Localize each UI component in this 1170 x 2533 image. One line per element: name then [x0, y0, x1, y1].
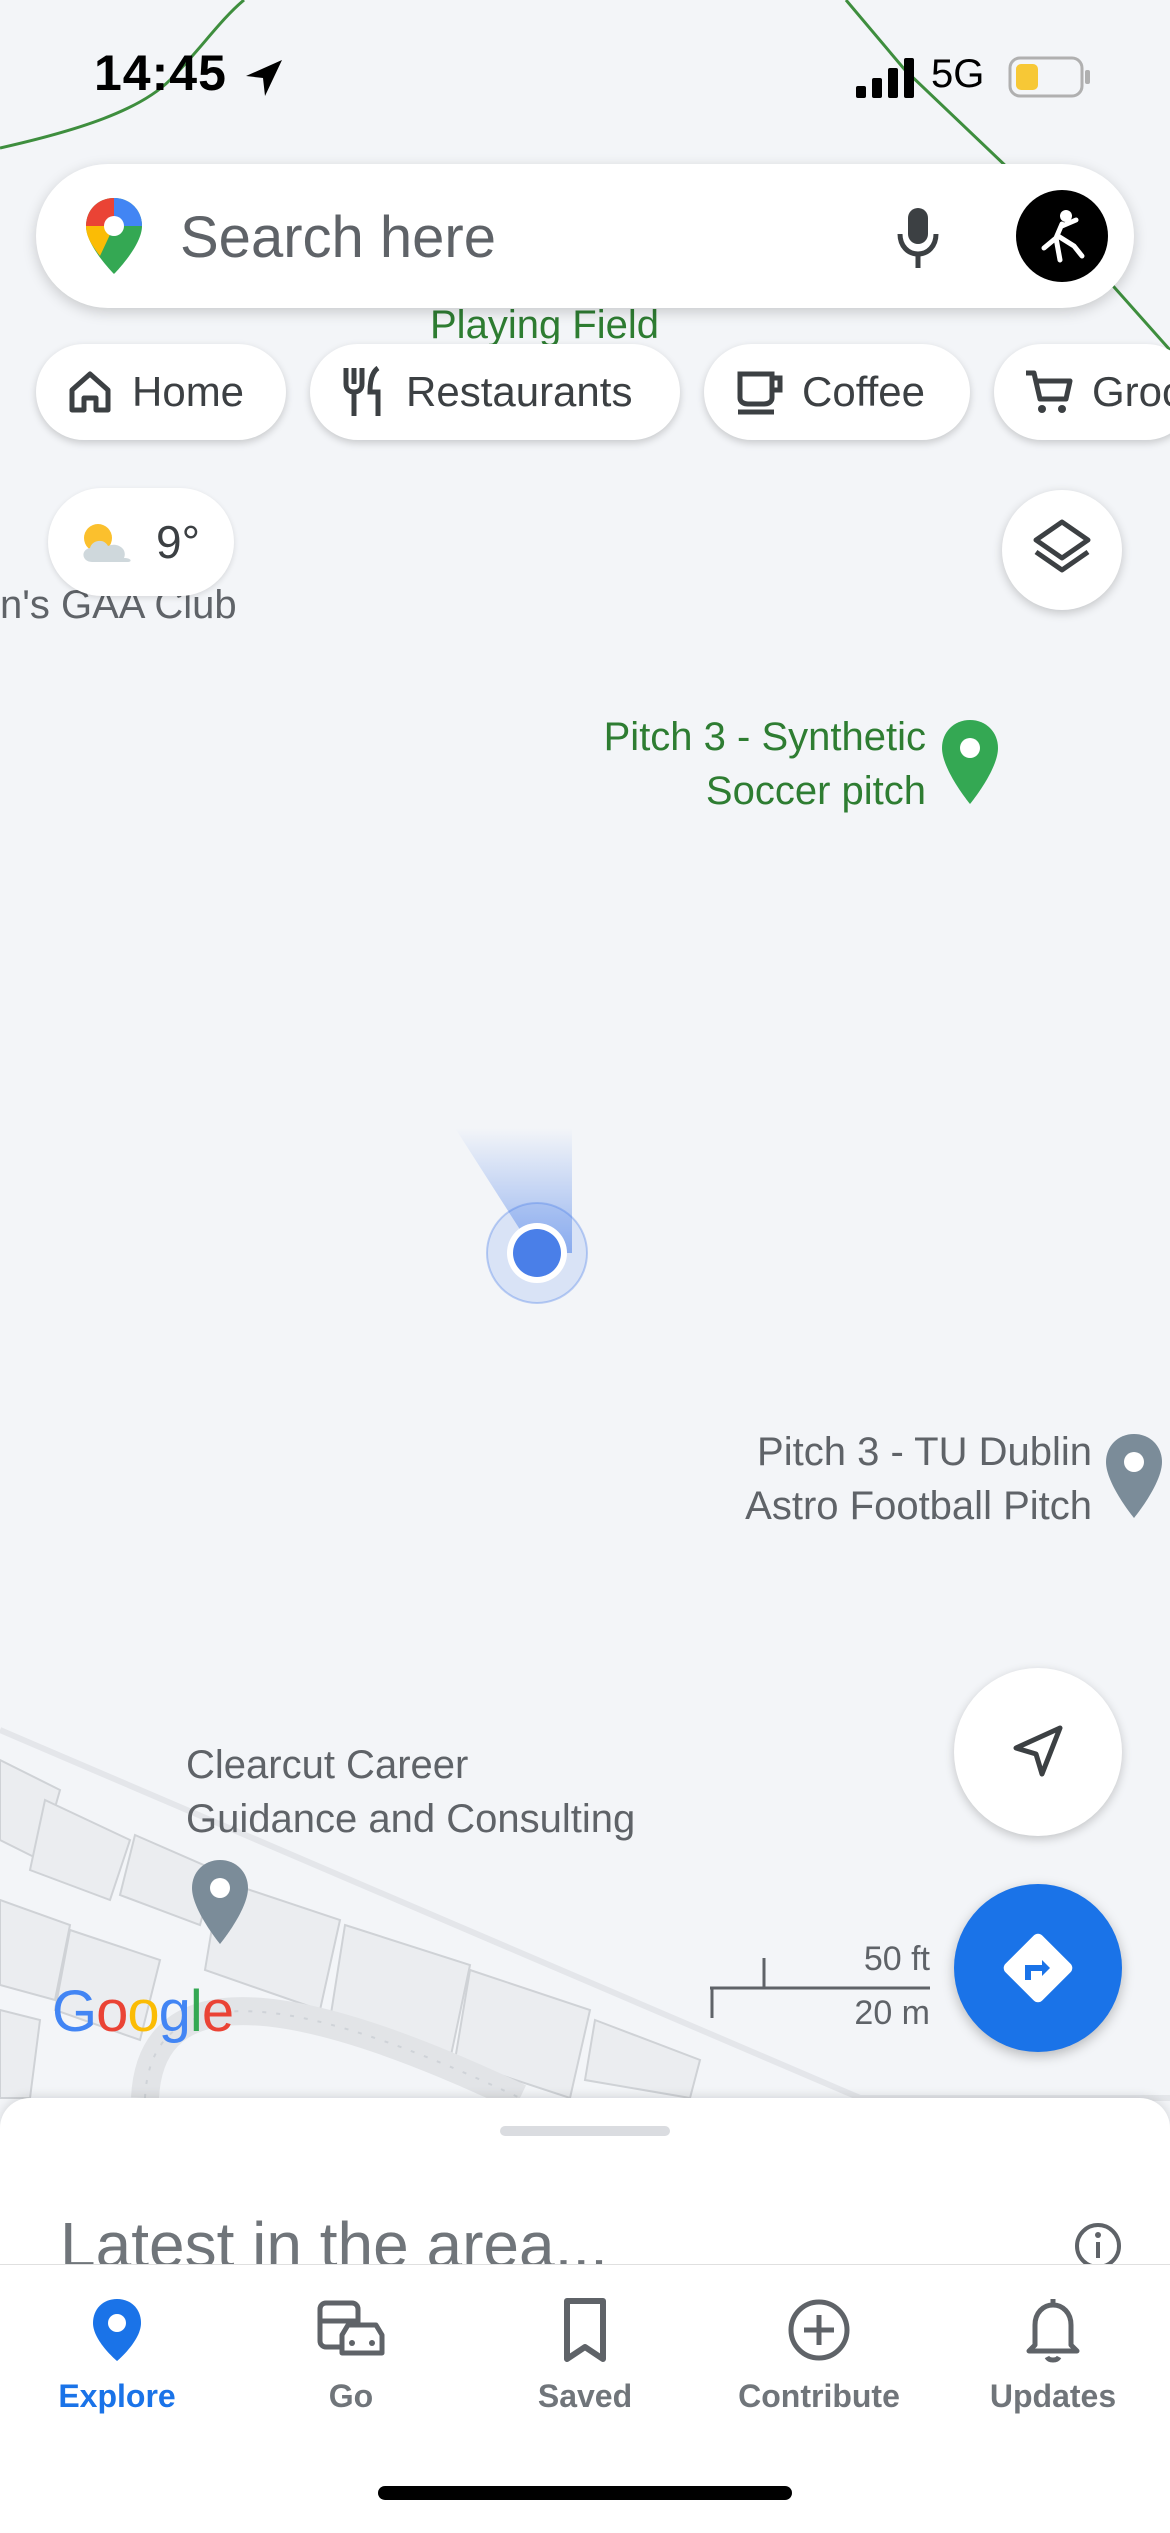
scale-imperial: 50 ft — [863, 1940, 930, 1978]
search-input[interactable]: Search here — [180, 204, 496, 271]
partly-cloudy-icon — [83, 524, 131, 562]
nav-updates[interactable]: Updates — [936, 2295, 1170, 2415]
bell-icon — [1026, 2299, 1080, 2363]
navigation-arrow-icon — [1013, 1725, 1063, 1777]
plus-circle-icon — [788, 2299, 850, 2361]
chip-restaurants[interactable]: Restaurants — [310, 344, 680, 440]
signal-icon — [856, 58, 914, 98]
nav-label: Contribute — [738, 2378, 900, 2414]
nav-explore[interactable]: Explore — [0, 2295, 234, 2415]
nav-label: Go — [328, 2378, 374, 2414]
home-indicator[interactable] — [378, 2486, 792, 2500]
map-label-line: Soccer pitch — [705, 769, 926, 813]
restaurant-icon — [343, 366, 381, 416]
place-pin-icon[interactable] — [190, 1858, 250, 1946]
chip-label: Coffee — [802, 368, 925, 415]
park-pin-icon[interactable] — [940, 718, 1000, 806]
map-label-pitch-synthetic[interactable]: Pitch 3 - Synthetic Soccer pitch — [540, 710, 926, 818]
avatar[interactable] — [1016, 190, 1108, 282]
weather-chip[interactable]: 9° — [48, 488, 234, 596]
microphone-icon[interactable] — [894, 206, 942, 270]
explore-pin-icon — [93, 2299, 141, 2361]
battery-icon — [1008, 56, 1090, 98]
google-maps-logo-icon — [86, 198, 142, 274]
directions-icon — [1003, 1933, 1073, 2003]
map-label-pitch-astro[interactable]: Pitch 3 - TU Dublin Astro Football Pitch — [680, 1425, 1092, 1533]
layers-icon — [1033, 519, 1091, 573]
nav-label: Saved — [537, 2378, 633, 2414]
map-label-line: Guidance and Consulting — [186, 1797, 636, 1841]
coffee-icon — [737, 371, 783, 415]
chip-groceries[interactable]: Groc — [994, 344, 1170, 440]
directions-button[interactable] — [954, 1884, 1122, 2052]
location-arrow-icon — [246, 60, 282, 96]
search-bar[interactable]: Search here — [36, 164, 1134, 308]
car-bus-icon — [317, 2300, 385, 2356]
map-label-clearcut[interactable]: Clearcut Career Guidance and Consulting — [186, 1738, 635, 1846]
chip-home[interactable]: Home — [36, 344, 286, 440]
chip-label: Home — [132, 368, 245, 415]
chip-label: Restaurants — [406, 368, 633, 415]
avatar-jumpman-icon — [1041, 210, 1085, 263]
weather-temp: 9° — [156, 516, 200, 568]
map-label-line: Astro Football Pitch — [745, 1484, 1092, 1528]
chip-coffee[interactable]: Coffee — [704, 344, 970, 440]
nav-go[interactable]: Go — [234, 2295, 468, 2415]
scale-bar: 50 ft 20 m — [710, 1940, 930, 2032]
chip-label: Groc — [1092, 368, 1170, 415]
nav-saved[interactable]: Saved — [468, 2295, 702, 2415]
nav-contribute[interactable]: Contribute — [702, 2295, 936, 2415]
google-logo: Google — [52, 1979, 234, 2044]
map-label-line: Pitch 3 - TU Dublin — [757, 1430, 1092, 1474]
recenter-button[interactable] — [954, 1668, 1122, 1836]
status-time: 14:45 — [94, 45, 227, 101]
map-label-line: Pitch 3 - Synthetic — [603, 715, 926, 759]
shopping-cart-icon — [1026, 370, 1073, 413]
network-type: 5G — [931, 52, 985, 96]
home-icon — [69, 371, 111, 413]
nav-label: Explore — [58, 2378, 176, 2414]
scale-metric: 20 m — [854, 1994, 930, 2032]
nav-label: Updates — [989, 2378, 1117, 2414]
bookmark-icon — [564, 2298, 606, 2362]
sheet-handle[interactable] — [500, 2126, 670, 2136]
place-pin-icon[interactable] — [1104, 1432, 1164, 1520]
map-label-line: Clearcut Career — [186, 1743, 469, 1787]
layers-button[interactable] — [1002, 490, 1122, 610]
